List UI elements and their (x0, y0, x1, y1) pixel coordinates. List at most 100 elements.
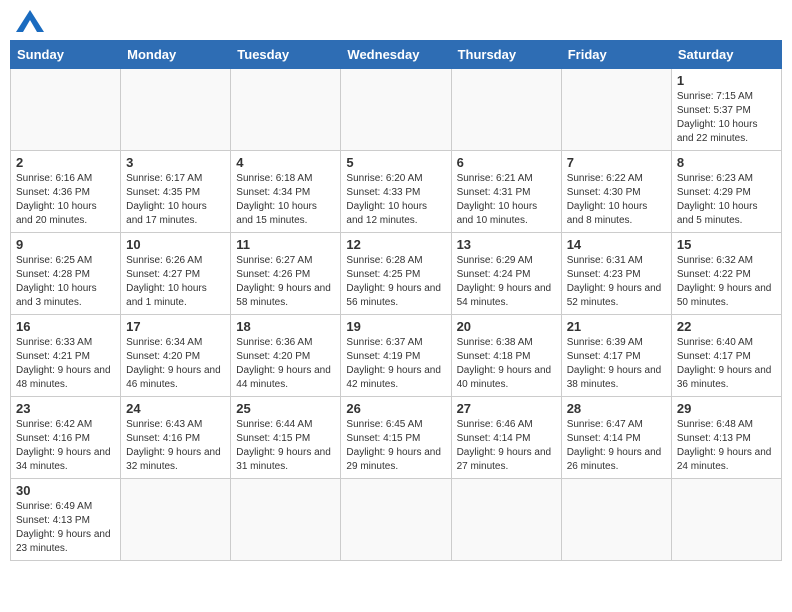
calendar-cell (561, 479, 671, 561)
day-number: 4 (236, 155, 335, 170)
calendar-cell (561, 69, 671, 151)
calendar-cell: 16 Sunrise: 6:33 AM Sunset: 4:21 PM Dayli… (11, 315, 121, 397)
calendar-week-row: 1 Sunrise: 7:15 AM Sunset: 5:37 PM Daylig… (11, 69, 782, 151)
calendar-cell (231, 69, 341, 151)
day-number: 13 (457, 237, 556, 252)
day-number: 23 (16, 401, 115, 416)
day-info: Sunrise: 6:31 AM Sunset: 4:23 PM Dayligh… (567, 254, 666, 310)
calendar-cell: 29Sunrise: 6:48 AM Sunset: 4:13 PM Dayli… (671, 397, 781, 479)
day-info: Sunrise: 6:46 AM Sunset: 4:14 PM Dayligh… (457, 418, 556, 474)
day-number: 24 (126, 401, 225, 416)
day-info: Sunrise: 6:42 AM Sunset: 4:16 PM Dayligh… (16, 418, 115, 474)
day-number: 25 (236, 401, 335, 416)
calendar-cell: 14 Sunrise: 6:31 AM Sunset: 4:23 PM Dayli… (561, 233, 671, 315)
calendar-cell (341, 479, 451, 561)
calendar-cell: 9Sunrise: 6:25 AM Sunset: 4:28 PM Daylig… (11, 233, 121, 315)
weekday-header-thursday: Thursday (451, 41, 561, 69)
calendar-cell (121, 69, 231, 151)
calendar-table: SundayMondayTuesdayWednesdayThursdayFrid… (10, 40, 782, 561)
day-info: Sunrise: 6:49 AM Sunset: 4:13 PM Dayligh… (16, 500, 115, 556)
day-number: 16 (16, 319, 115, 334)
day-info: Sunrise: 6:36 AM Sunset: 4:20 PM Dayligh… (236, 336, 335, 392)
logo (14, 10, 44, 32)
day-info: Sunrise: 6:43 AM Sunset: 4:16 PM Dayligh… (126, 418, 225, 474)
calendar-cell: 4Sunrise: 6:18 AM Sunset: 4:34 PM Daylig… (231, 151, 341, 233)
day-info: Sunrise: 6:16 AM Sunset: 4:36 PM Dayligh… (16, 172, 115, 228)
calendar-cell: 11 Sunrise: 6:27 AM Sunset: 4:26 PM Dayli… (231, 233, 341, 315)
calendar-week-row: 30Sunrise: 6:49 AM Sunset: 4:13 PM Dayli… (11, 479, 782, 561)
day-number: 5 (346, 155, 445, 170)
day-info: Sunrise: 6:27 AM Sunset: 4:26 PM Dayligh… (236, 254, 335, 310)
day-info: Sunrise: 6:22 AM Sunset: 4:30 PM Dayligh… (567, 172, 666, 228)
day-number: 17 (126, 319, 225, 334)
calendar-cell: 30Sunrise: 6:49 AM Sunset: 4:13 PM Dayli… (11, 479, 121, 561)
calendar-cell: 15 Sunrise: 6:32 AM Sunset: 4:22 PM Dayli… (671, 233, 781, 315)
day-number: 19 (346, 319, 445, 334)
day-number: 7 (567, 155, 666, 170)
day-number: 20 (457, 319, 556, 334)
day-number: 18 (236, 319, 335, 334)
day-info: Sunrise: 6:39 AM Sunset: 4:17 PM Dayligh… (567, 336, 666, 392)
day-info: Sunrise: 6:20 AM Sunset: 4:33 PM Dayligh… (346, 172, 445, 228)
calendar-cell: 28 Sunrise: 6:47 AM Sunset: 4:14 PM Dayli… (561, 397, 671, 479)
day-info: Sunrise: 6:28 AM Sunset: 4:25 PM Dayligh… (346, 254, 445, 310)
day-info: Sunrise: 7:15 AM Sunset: 5:37 PM Dayligh… (677, 90, 776, 146)
calendar-cell: 6Sunrise: 6:21 AM Sunset: 4:31 PM Daylig… (451, 151, 561, 233)
weekday-header-wednesday: Wednesday (341, 41, 451, 69)
calendar-cell: 1 Sunrise: 7:15 AM Sunset: 5:37 PM Daylig… (671, 69, 781, 151)
day-info: Sunrise: 6:25 AM Sunset: 4:28 PM Dayligh… (16, 254, 115, 310)
day-number: 28 (567, 401, 666, 416)
day-number: 21 (567, 319, 666, 334)
calendar-cell (231, 479, 341, 561)
day-info: Sunrise: 6:37 AM Sunset: 4:19 PM Dayligh… (346, 336, 445, 392)
calendar-cell (671, 479, 781, 561)
calendar-cell: 3 Sunrise: 6:17 AM Sunset: 4:35 PM Daylig… (121, 151, 231, 233)
calendar-cell: 10 Sunrise: 6:26 AM Sunset: 4:27 PM Dayli… (121, 233, 231, 315)
day-info: Sunrise: 6:23 AM Sunset: 4:29 PM Dayligh… (677, 172, 776, 228)
calendar-cell: 23 Sunrise: 6:42 AM Sunset: 4:16 PM Dayli… (11, 397, 121, 479)
weekday-header-sunday: Sunday (11, 41, 121, 69)
calendar-cell: 13Sunrise: 6:29 AM Sunset: 4:24 PM Dayli… (451, 233, 561, 315)
day-info: Sunrise: 6:32 AM Sunset: 4:22 PM Dayligh… (677, 254, 776, 310)
weekday-header-friday: Friday (561, 41, 671, 69)
calendar-week-row: 2Sunrise: 6:16 AM Sunset: 4:36 PM Daylig… (11, 151, 782, 233)
day-number: 14 (567, 237, 666, 252)
day-number: 10 (126, 237, 225, 252)
day-number: 6 (457, 155, 556, 170)
day-number: 27 (457, 401, 556, 416)
day-info: Sunrise: 6:17 AM Sunset: 4:35 PM Dayligh… (126, 172, 225, 228)
calendar-cell: 17 Sunrise: 6:34 AM Sunset: 4:20 PM Dayli… (121, 315, 231, 397)
day-number: 12 (346, 237, 445, 252)
weekday-header-tuesday: Tuesday (231, 41, 341, 69)
weekday-header-row: SundayMondayTuesdayWednesdayThursdayFrid… (11, 41, 782, 69)
calendar-week-row: 23 Sunrise: 6:42 AM Sunset: 4:16 PM Dayli… (11, 397, 782, 479)
calendar-cell: 12 Sunrise: 6:28 AM Sunset: 4:25 PM Dayli… (341, 233, 451, 315)
day-number: 26 (346, 401, 445, 416)
calendar-cell: 26 Sunrise: 6:45 AM Sunset: 4:15 PM Dayli… (341, 397, 451, 479)
calendar-cell: 7 Sunrise: 6:22 AM Sunset: 4:30 PM Daylig… (561, 151, 671, 233)
weekday-header-monday: Monday (121, 41, 231, 69)
calendar-cell (451, 69, 561, 151)
day-number: 11 (236, 237, 335, 252)
day-info: Sunrise: 6:26 AM Sunset: 4:27 PM Dayligh… (126, 254, 225, 310)
calendar-cell: 2Sunrise: 6:16 AM Sunset: 4:36 PM Daylig… (11, 151, 121, 233)
calendar-cell: 21 Sunrise: 6:39 AM Sunset: 4:17 PM Dayli… (561, 315, 671, 397)
calendar-cell: 19 Sunrise: 6:37 AM Sunset: 4:19 PM Dayli… (341, 315, 451, 397)
calendar-week-row: 16 Sunrise: 6:33 AM Sunset: 4:21 PM Dayli… (11, 315, 782, 397)
day-number: 3 (126, 155, 225, 170)
day-info: Sunrise: 6:47 AM Sunset: 4:14 PM Dayligh… (567, 418, 666, 474)
day-info: Sunrise: 6:34 AM Sunset: 4:20 PM Dayligh… (126, 336, 225, 392)
day-info: Sunrise: 6:33 AM Sunset: 4:21 PM Dayligh… (16, 336, 115, 392)
weekday-header-saturday: Saturday (671, 41, 781, 69)
day-number: 22 (677, 319, 776, 334)
logo-icon (16, 10, 44, 32)
day-info: Sunrise: 6:45 AM Sunset: 4:15 PM Dayligh… (346, 418, 445, 474)
calendar-cell: 22Sunrise: 6:40 AM Sunset: 4:17 PM Dayli… (671, 315, 781, 397)
calendar-cell: 18 Sunrise: 6:36 AM Sunset: 4:20 PM Dayli… (231, 315, 341, 397)
day-number: 15 (677, 237, 776, 252)
calendar-cell: 8Sunrise: 6:23 AM Sunset: 4:29 PM Daylig… (671, 151, 781, 233)
day-number: 29 (677, 401, 776, 416)
calendar-cell: 27 Sunrise: 6:46 AM Sunset: 4:14 PM Dayli… (451, 397, 561, 479)
calendar-cell (341, 69, 451, 151)
day-number: 1 (677, 73, 776, 88)
